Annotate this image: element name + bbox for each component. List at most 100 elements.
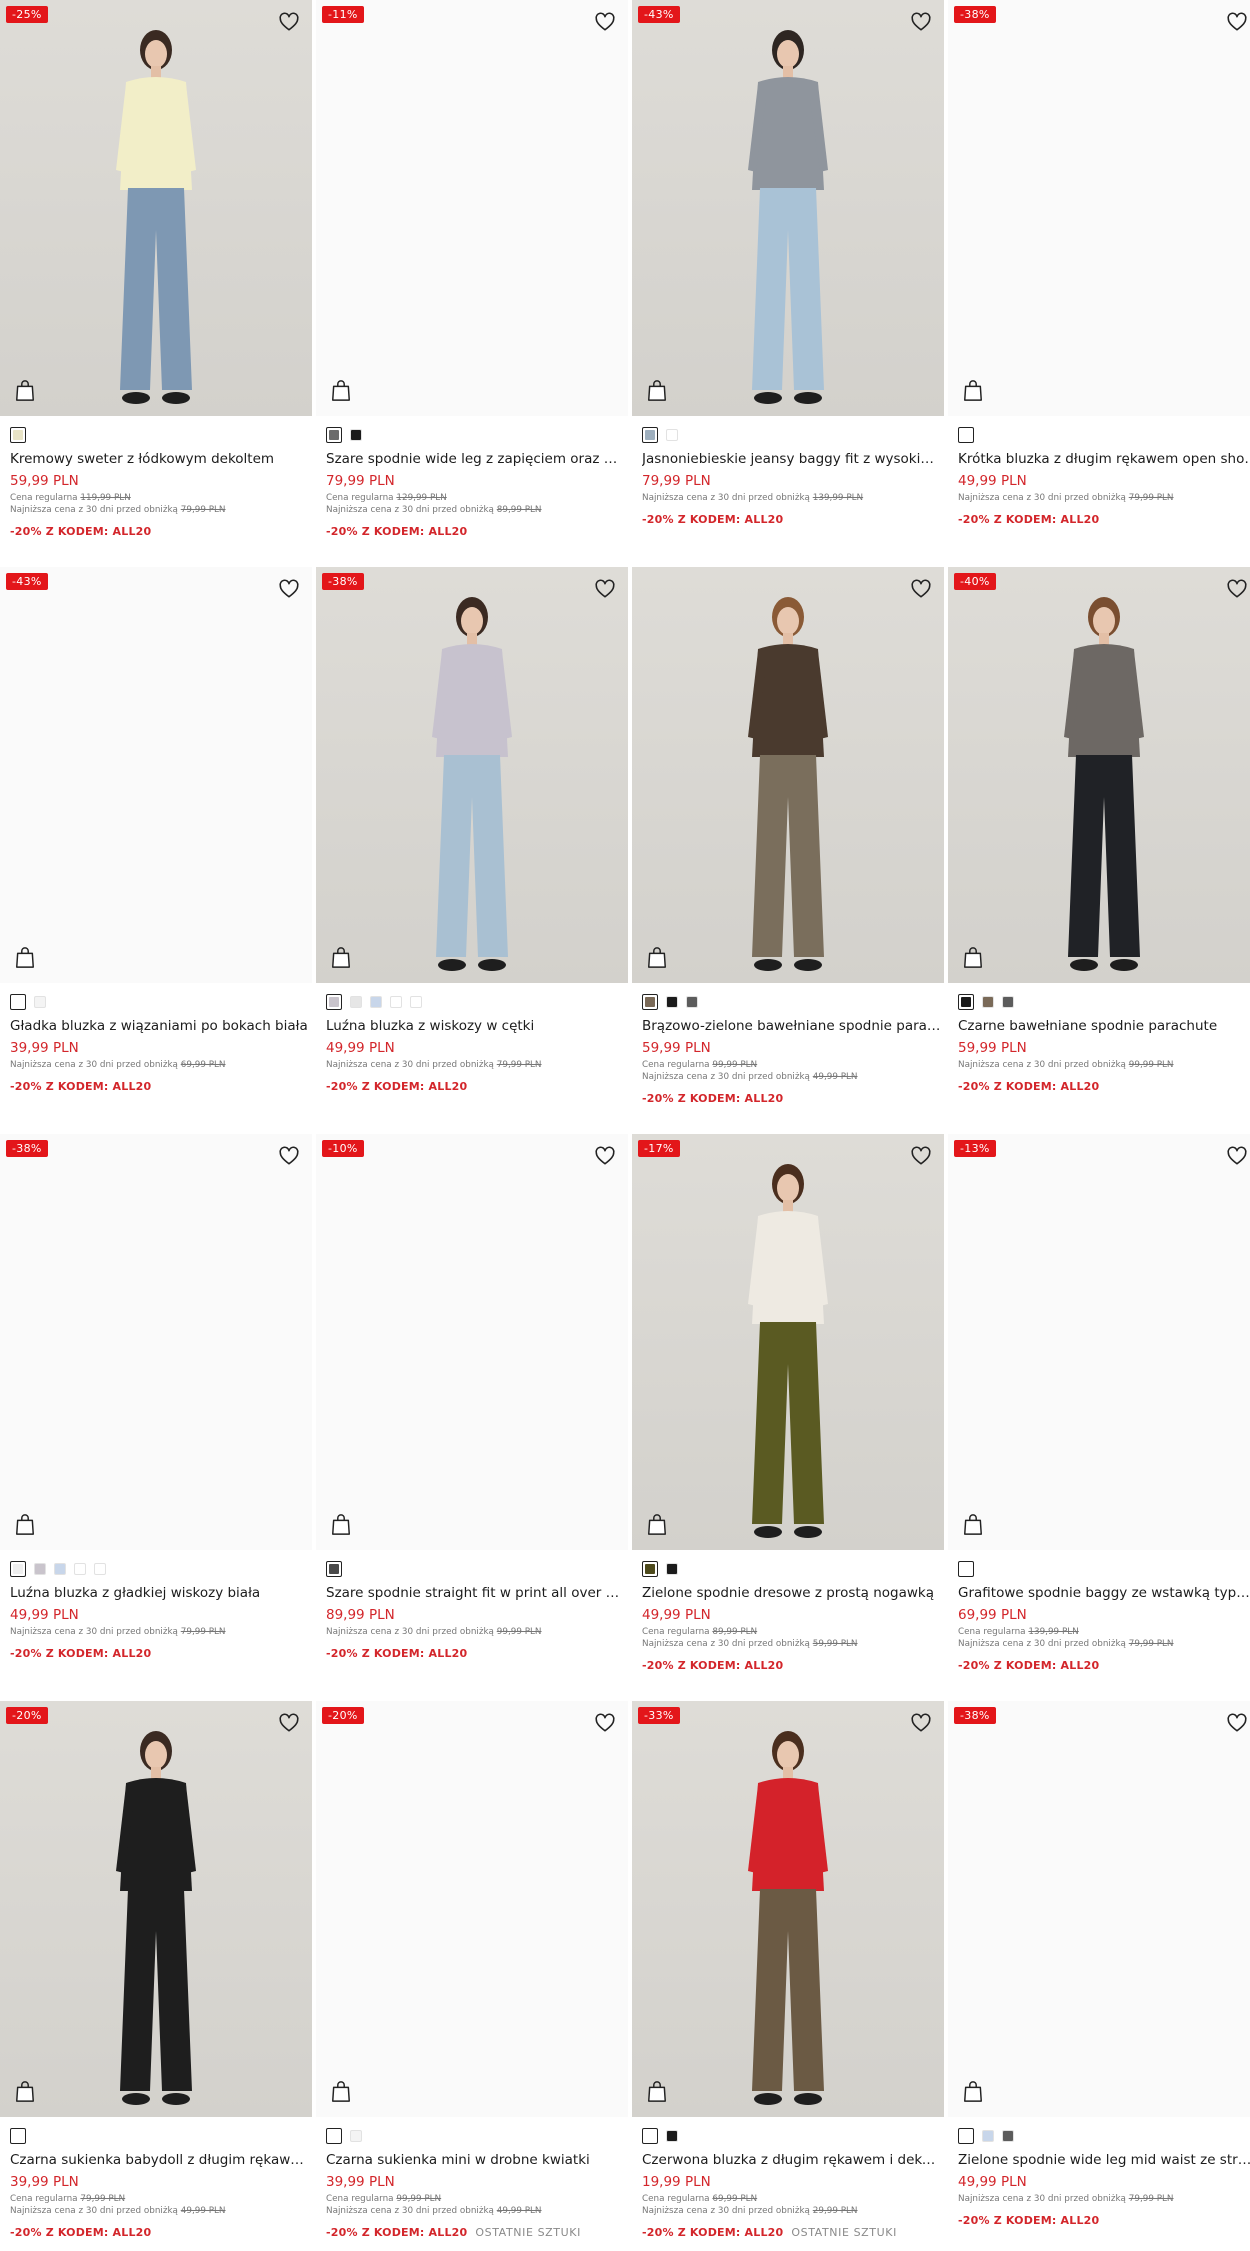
product-card[interactable]: -10% Szare spodnie straight fit w print a…: [316, 1134, 628, 1660]
color-swatch[interactable]: [94, 1563, 106, 1575]
product-title[interactable]: Brązowo-zielone bawełniane spodnie parac…: [642, 1016, 942, 1036]
product-image[interactable]: -13%: [948, 1134, 1250, 1550]
shopping-bag-icon[interactable]: [330, 2079, 352, 2103]
color-swatch-selected[interactable]: [958, 427, 974, 443]
color-swatch[interactable]: [34, 996, 46, 1008]
color-swatch[interactable]: [350, 2130, 362, 2142]
color-swatch[interactable]: [982, 996, 994, 1008]
heart-icon[interactable]: [1226, 578, 1248, 600]
color-swatch-selected[interactable]: [326, 994, 342, 1010]
product-image[interactable]: -38%: [948, 0, 1250, 416]
heart-icon[interactable]: [910, 1712, 932, 1734]
color-swatch[interactable]: [410, 996, 422, 1008]
heart-icon[interactable]: [278, 11, 300, 33]
color-swatch[interactable]: [686, 996, 698, 1008]
shopping-bag-icon[interactable]: [14, 1512, 36, 1536]
heart-icon[interactable]: [910, 11, 932, 33]
color-swatch[interactable]: [390, 996, 402, 1008]
color-swatch[interactable]: [1002, 2130, 1014, 2142]
product-title[interactable]: Szare spodnie wide leg z zapięciem oraz …: [326, 449, 626, 469]
product-card[interactable]: -25% Kremowy sweter z łódkowym dekoltem 59…: [0, 0, 312, 538]
heart-icon[interactable]: [278, 578, 300, 600]
color-swatch[interactable]: [666, 996, 678, 1008]
product-card[interactable]: -20% Czarna sukienka babydoll z długim rę…: [0, 1701, 312, 2239]
shopping-bag-icon[interactable]: [962, 945, 984, 969]
color-swatch-selected[interactable]: [958, 994, 974, 1010]
color-swatch[interactable]: [1002, 996, 1014, 1008]
color-swatch-selected[interactable]: [642, 994, 658, 1010]
color-swatch-selected[interactable]: [642, 1561, 658, 1577]
product-title[interactable]: Gładka bluzka z wiązaniami po bokach bia…: [10, 1016, 310, 1036]
heart-icon[interactable]: [278, 1712, 300, 1734]
color-swatch[interactable]: [34, 1563, 46, 1575]
color-swatch-selected[interactable]: [326, 2128, 342, 2144]
product-card[interactable]: -43% Jasnoniebieskie jeansy baggy fit z w…: [632, 0, 944, 526]
product-card[interactable]: -38% Krótka bluzka z długim rękawem open …: [948, 0, 1250, 526]
color-swatch-selected[interactable]: [10, 994, 26, 1010]
shopping-bag-icon[interactable]: [646, 378, 668, 402]
product-card[interactable]: -38% Zielone spodnie wide leg mid waist z…: [948, 1701, 1250, 2227]
product-title[interactable]: Zielone spodnie dresowe z prostą nogawką: [642, 1583, 942, 1603]
shopping-bag-icon[interactable]: [646, 2079, 668, 2103]
shopping-bag-icon[interactable]: [14, 378, 36, 402]
shopping-bag-icon[interactable]: [330, 378, 352, 402]
heart-icon[interactable]: [910, 1145, 932, 1167]
color-swatch[interactable]: [666, 2130, 678, 2142]
product-card[interactable]: Brązowo-zielone bawełniane spodnie parac…: [632, 567, 944, 1105]
product-title[interactable]: Czerwona bluzka z długim rękawem i dekol…: [642, 2150, 942, 2170]
product-image[interactable]: -40%: [948, 567, 1250, 983]
product-image[interactable]: -20%: [316, 1701, 628, 2117]
product-image[interactable]: -17%: [632, 1134, 944, 1550]
color-swatch[interactable]: [54, 1563, 66, 1575]
color-swatch-selected[interactable]: [10, 1561, 26, 1577]
shopping-bag-icon[interactable]: [330, 1512, 352, 1536]
product-card[interactable]: -40% Czarne bawełniane spodnie parachute 5…: [948, 567, 1250, 1093]
heart-icon[interactable]: [594, 1145, 616, 1167]
color-swatch[interactable]: [350, 429, 362, 441]
color-swatch[interactable]: [666, 1563, 678, 1575]
shopping-bag-icon[interactable]: [962, 2079, 984, 2103]
shopping-bag-icon[interactable]: [962, 378, 984, 402]
product-card[interactable]: -13% Grafitowe spodnie baggy ze wstawką t…: [948, 1134, 1250, 1672]
heart-icon[interactable]: [594, 1712, 616, 1734]
product-title[interactable]: Krótka bluzka z długim rękawem open shou…: [958, 449, 1250, 469]
color-swatch-selected[interactable]: [326, 1561, 342, 1577]
product-title[interactable]: Zielone spodnie wide leg mid waist ze st…: [958, 2150, 1250, 2170]
color-swatch[interactable]: [370, 996, 382, 1008]
heart-icon[interactable]: [1226, 11, 1248, 33]
shopping-bag-icon[interactable]: [646, 945, 668, 969]
product-image[interactable]: -43%: [0, 567, 312, 983]
product-image[interactable]: -38%: [316, 567, 628, 983]
color-swatch-selected[interactable]: [326, 427, 342, 443]
heart-icon[interactable]: [1226, 1712, 1248, 1734]
product-title[interactable]: Kremowy sweter z łódkowym dekoltem: [10, 449, 310, 469]
shopping-bag-icon[interactable]: [646, 1512, 668, 1536]
product-image[interactable]: -25%: [0, 0, 312, 416]
product-image[interactable]: [632, 567, 944, 983]
color-swatch-selected[interactable]: [958, 2128, 974, 2144]
product-title[interactable]: Grafitowe spodnie baggy ze wstawką typu …: [958, 1583, 1250, 1603]
product-title[interactable]: Jasnoniebieskie jeansy baggy fit z wysok…: [642, 449, 942, 469]
product-title[interactable]: Luźna bluzka z wiskozy w cętki: [326, 1016, 626, 1036]
product-title[interactable]: Szare spodnie straight fit w print all o…: [326, 1583, 626, 1603]
shopping-bag-icon[interactable]: [14, 2079, 36, 2103]
product-card[interactable]: -33% Czerwona bluzka z długim rękawem i d…: [632, 1701, 944, 2239]
heart-icon[interactable]: [1226, 1145, 1248, 1167]
color-swatch[interactable]: [982, 2130, 994, 2142]
color-swatch-selected[interactable]: [642, 427, 658, 443]
product-title[interactable]: Luźna bluzka z gładkiej wiskozy biała: [10, 1583, 310, 1603]
color-swatch[interactable]: [350, 996, 362, 1008]
color-swatch[interactable]: [74, 1563, 86, 1575]
heart-icon[interactable]: [594, 11, 616, 33]
heart-icon[interactable]: [278, 1145, 300, 1167]
product-title[interactable]: Czarne bawełniane spodnie parachute: [958, 1016, 1250, 1036]
color-swatch-selected[interactable]: [958, 1561, 974, 1577]
color-swatch[interactable]: [666, 429, 678, 441]
product-card[interactable]: -17% Zielone spodnie dresowe z prostą nog…: [632, 1134, 944, 1672]
shopping-bag-icon[interactable]: [14, 945, 36, 969]
heart-icon[interactable]: [910, 578, 932, 600]
color-swatch-selected[interactable]: [10, 427, 26, 443]
product-image[interactable]: -11%: [316, 0, 628, 416]
heart-icon[interactable]: [594, 578, 616, 600]
color-swatch-selected[interactable]: [10, 2128, 26, 2144]
